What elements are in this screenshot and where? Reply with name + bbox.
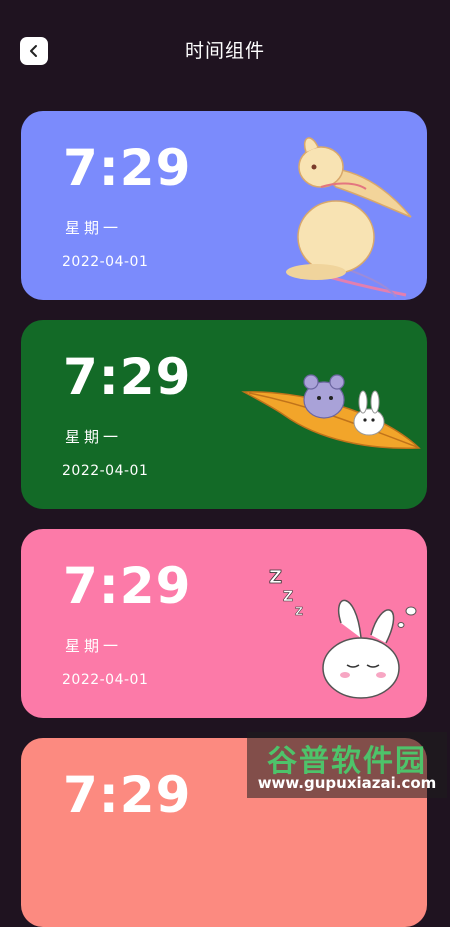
header: 时间组件 <box>0 0 450 100</box>
widget-weekday: 星期一 <box>65 428 123 446</box>
widget-date: 2022-04-01 <box>62 254 149 270</box>
time-widget-card[interactable]: 7:29 星期一 2022-04-01 <box>21 111 427 300</box>
widget-time: 7:29 <box>63 348 192 406</box>
watermark: 谷普软件园 www.gupuxiazai.com <box>247 732 447 798</box>
widget-time: 7:29 <box>63 557 192 615</box>
widget-weekday: 星期一 <box>65 637 123 655</box>
page-title: 时间组件 <box>184 40 265 62</box>
watermark-url: www.gupuxiazai.com <box>257 774 437 792</box>
mouse-rabbit-leaf-illustration <box>241 374 421 449</box>
time-widget-card[interactable]: 7:29 星期一 2022-04-01 <box>21 320 427 509</box>
sleeping-rabbit-illustration: Z Z Z <box>269 567 417 699</box>
widget-time: 7:29 <box>63 766 192 824</box>
widget-time: 7:29 <box>63 139 192 197</box>
widget-weekday: 星期一 <box>65 219 123 237</box>
svg-text:Z: Z <box>283 589 293 605</box>
widget-date: 2022-04-01 <box>62 672 149 688</box>
time-widget-card[interactable]: 7:29 星期一 2022-04-01 Z Z Z <box>21 529 427 718</box>
widget-date: 2022-04-01 <box>62 463 149 479</box>
svg-text:Z: Z <box>295 605 303 618</box>
rabbit-on-cloud-illustration <box>286 137 412 297</box>
svg-text:Z: Z <box>269 567 282 588</box>
